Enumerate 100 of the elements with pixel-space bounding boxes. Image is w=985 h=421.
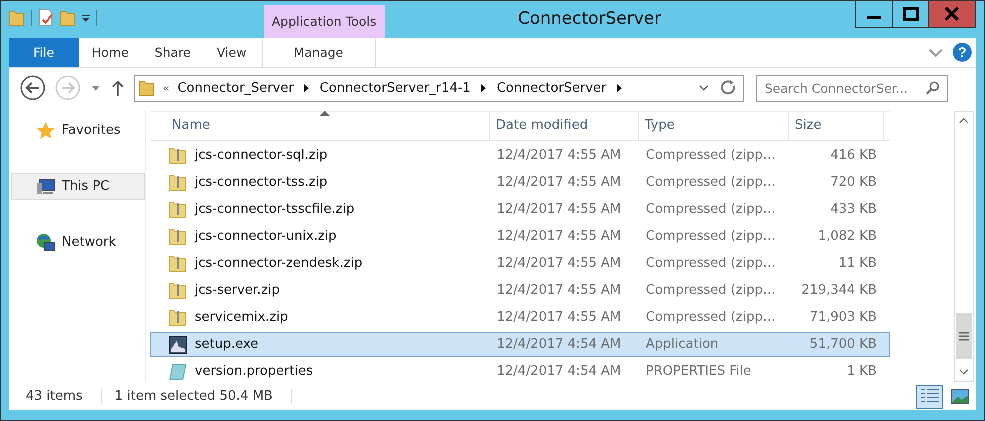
file-name: jcs-connector-sql.zip bbox=[195, 148, 328, 163]
file-row[interactable]: setup.exe 12/4/2017 4:54 AM Application 51,700 KB bbox=[150, 332, 890, 357]
minimize-icon bbox=[867, 16, 881, 18]
properties-icon[interactable] bbox=[38, 9, 54, 27]
grip-icon bbox=[959, 332, 969, 340]
date-cell-text: 12/4/2017 4:55 AM bbox=[496, 229, 622, 244]
application-icon bbox=[169, 336, 187, 354]
folder-icon bbox=[139, 79, 155, 97]
file-row[interactable]: jcs-connector-tss.zip 12/4/2017 4:55 AM Compressed (zipp… 720 KB bbox=[150, 170, 890, 195]
arrow-right-icon[interactable] bbox=[480, 84, 486, 92]
details-view-icon bbox=[920, 388, 940, 405]
file-row[interactable]: jcs-connector-zendesk.zip 12/4/2017 4:55 AM Compressed (zipp… 11 KB bbox=[150, 251, 890, 276]
size-cell-text: 71,903 KB bbox=[808, 310, 878, 325]
date-cell-text: 12/4/2017 4:54 AM bbox=[496, 337, 622, 352]
sidebar-item[interactable]: This PC bbox=[11, 173, 145, 200]
file-row[interactable]: jcs-connector-unix.zip 12/4/2017 4:55 AM Compressed (zipp… 1,082 KB bbox=[150, 224, 890, 249]
breadcrumb-item[interactable]: ConnectorServer_r14-1 bbox=[320, 80, 471, 96]
breadcrumb-item[interactable]: ConnectorServer bbox=[496, 80, 607, 96]
zip-folder-icon bbox=[169, 146, 187, 164]
file-name: jcs-connector-tss.zip bbox=[195, 175, 328, 190]
file-row[interactable]: servicemix.zip 12/4/2017 4:55 AM Compressed (zipp… 71,903 KB bbox=[150, 305, 890, 330]
customize-caret-icon[interactable] bbox=[82, 14, 90, 22]
scroll-down-icon[interactable] bbox=[959, 369, 969, 375]
size-cell-text: 416 KB bbox=[830, 148, 878, 163]
zip-folder-icon bbox=[169, 254, 187, 272]
overflow-chevron[interactable]: « bbox=[163, 82, 170, 94]
date-cell-text: 12/4/2017 4:55 AM bbox=[496, 310, 622, 325]
file-name: jcs-server.zip bbox=[195, 283, 280, 298]
date-cell-text: 12/4/2017 4:54 AM bbox=[496, 364, 622, 379]
network-icon bbox=[36, 232, 56, 252]
type-cell-text: Compressed (zipp… bbox=[645, 229, 777, 244]
size-cell-text: 11 KB bbox=[838, 256, 878, 271]
file-name: servicemix.zip bbox=[195, 310, 288, 325]
column-header[interactable]: Size bbox=[789, 112, 884, 140]
star-icon bbox=[36, 120, 56, 140]
search-field[interactable]: Search ConnectorSer... bbox=[756, 74, 948, 102]
file-row[interactable]: jcs-server.zip 12/4/2017 4:55 AM Compressed (zipp… 219,344 KB bbox=[150, 278, 890, 303]
type-cell-text: PROPERTIES File bbox=[645, 364, 752, 379]
column-header[interactable]: Name bbox=[150, 112, 490, 140]
close-button[interactable] bbox=[928, 1, 975, 27]
scrollbar[interactable] bbox=[954, 111, 974, 382]
column-header[interactable]: Date modified bbox=[490, 112, 639, 140]
type-cell-text: Compressed (zipp… bbox=[645, 283, 777, 298]
size-cell-text: 720 KB bbox=[830, 175, 878, 190]
caret-down-icon[interactable] bbox=[699, 85, 709, 91]
file-name: jcs-connector-tsscfile.zip bbox=[195, 202, 355, 217]
ribbon-tab[interactable]: File bbox=[9, 38, 79, 67]
date-cell-text: 12/4/2017 4:55 AM bbox=[496, 283, 622, 298]
file-name: setup.exe bbox=[195, 337, 259, 352]
file-name: jcs-connector-unix.zip bbox=[195, 229, 337, 244]
maximize-icon bbox=[902, 7, 918, 21]
context-tab-group: Application Tools bbox=[264, 5, 385, 38]
date-cell-text: 12/4/2017 4:55 AM bbox=[496, 148, 622, 163]
caret-icon[interactable] bbox=[92, 86, 100, 90]
sidebar-item[interactable]: Favorites bbox=[11, 117, 145, 144]
file-row[interactable]: jcs-connector-sql.zip 12/4/2017 4:55 AM Compressed (zipp… 416 KB bbox=[150, 143, 890, 168]
image-icon bbox=[950, 389, 968, 404]
zip-folder-icon bbox=[169, 174, 187, 192]
item-count: 43 items bbox=[25, 389, 84, 404]
up-arrow-icon[interactable] bbox=[112, 80, 124, 96]
zip-folder-icon bbox=[169, 200, 187, 218]
computer-icon bbox=[36, 176, 56, 196]
type-cell-text: Compressed (zipp… bbox=[645, 148, 777, 163]
back-icon[interactable] bbox=[20, 75, 46, 101]
document-icon bbox=[169, 362, 187, 380]
size-cell-text: 433 KB bbox=[830, 202, 878, 217]
size-cell-text: 1 KB bbox=[846, 364, 878, 379]
type-cell-text: Compressed (zipp… bbox=[645, 175, 777, 190]
scroll-thumb[interactable] bbox=[956, 313, 972, 359]
type-cell-text: Application bbox=[645, 337, 720, 352]
date-cell-text: 12/4/2017 4:55 AM bbox=[496, 256, 622, 271]
sidebar-item[interactable]: Network bbox=[11, 229, 145, 256]
sort-arrow-icon bbox=[320, 111, 330, 116]
close-icon bbox=[945, 7, 959, 21]
zip-folder-icon bbox=[169, 282, 187, 300]
size-cell-text: 1,082 KB bbox=[817, 229, 878, 244]
details-view-button[interactable] bbox=[916, 384, 943, 408]
zip-folder-icon bbox=[169, 228, 187, 246]
file-row[interactable]: jcs-connector-tsscfile.zip 12/4/2017 4:55 AM Compressed (zipp… 433 KB bbox=[150, 197, 890, 222]
help-icon[interactable]: ? bbox=[953, 43, 972, 62]
size-cell-text: 51,700 KB bbox=[808, 337, 878, 352]
arrow-right-icon[interactable] bbox=[304, 84, 309, 92]
ribbon-tab[interactable]: Manage bbox=[262, 38, 376, 67]
breadcrumb-item[interactable]: Connector_Server bbox=[178, 80, 294, 96]
type-cell-text: Compressed (zipp… bbox=[645, 202, 777, 217]
arrow-right-icon[interactable] bbox=[616, 84, 622, 92]
date-cell-text: 12/4/2017 4:55 AM bbox=[496, 202, 622, 217]
size-cell-text: 219,344 KB bbox=[800, 283, 878, 298]
refresh-icon[interactable] bbox=[721, 79, 737, 97]
chevron-down-icon[interactable] bbox=[929, 48, 943, 56]
file-row[interactable]: version.properties 12/4/2017 4:54 AM PROPERTIES File 1 KB bbox=[150, 359, 890, 384]
selection-info: 1 item selected 50.4 MB bbox=[100, 389, 292, 404]
file-name: jcs-connector-zendesk.zip bbox=[195, 256, 363, 271]
column-header[interactable]: Type bbox=[639, 112, 789, 140]
scroll-up-icon[interactable] bbox=[959, 118, 969, 124]
zip-folder-icon bbox=[169, 308, 187, 326]
date-cell-text: 12/4/2017 4:55 AM bbox=[496, 175, 622, 190]
file-name: version.properties bbox=[195, 364, 314, 379]
address-bar[interactable]: « Connector_Server ConnectorServer_r14-1 ConnectorServer bbox=[134, 74, 744, 102]
type-cell-text: Compressed (zipp… bbox=[645, 310, 777, 325]
